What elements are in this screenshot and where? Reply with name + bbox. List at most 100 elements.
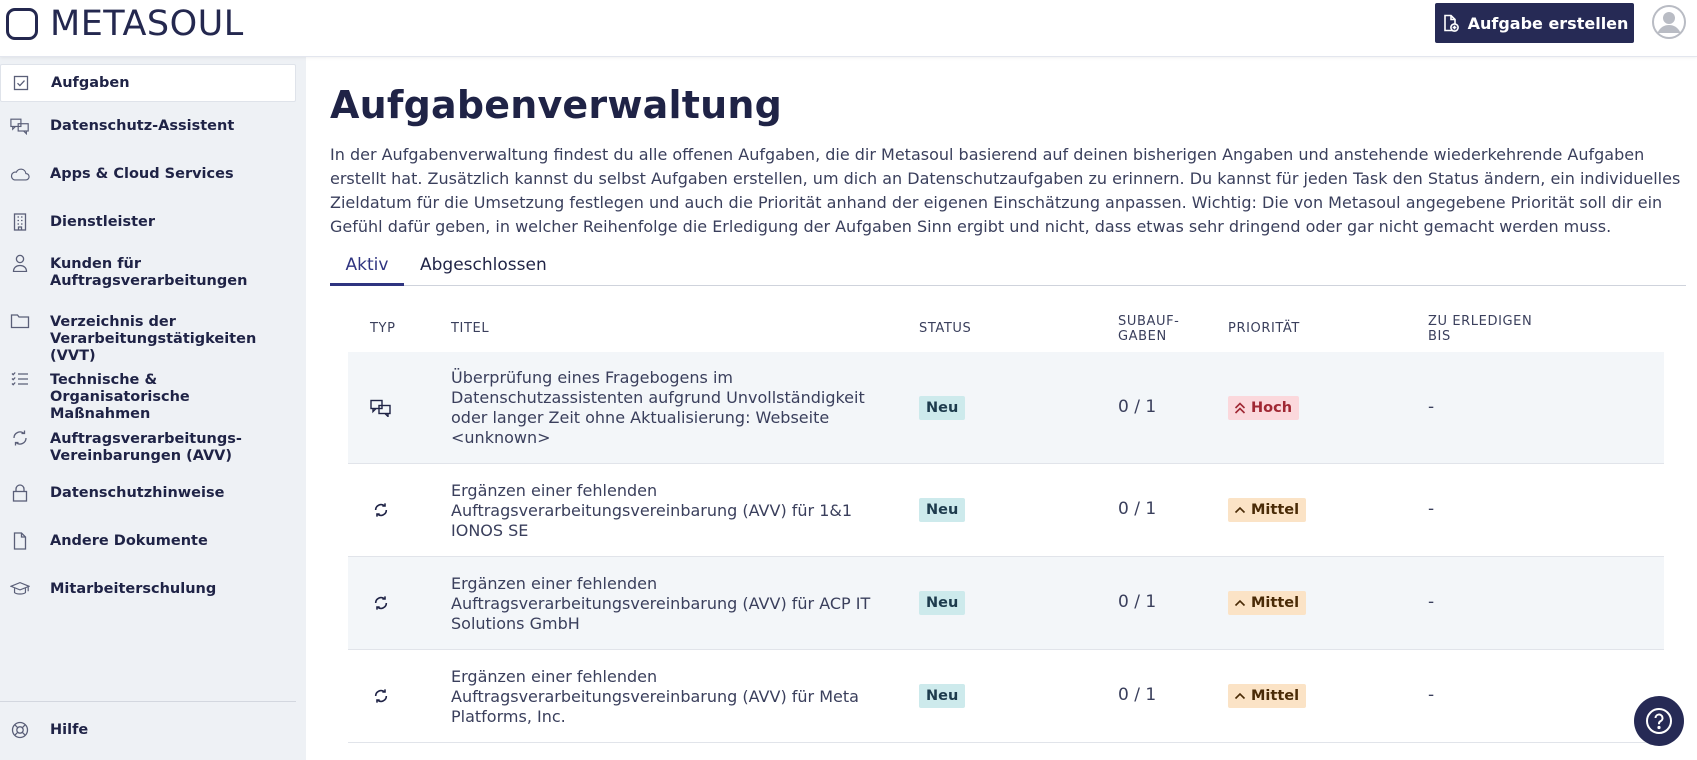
sidebar-item-kunden[interactable]: Kunden für Auftragsverarbeitungen xyxy=(0,253,296,293)
column-header-due[interactable]: ZU ERLEDIGEN BIS xyxy=(1428,314,1532,344)
document-icon xyxy=(10,531,30,551)
task-title[interactable]: Ergänzen einer fehlenden Auftragsverarbe… xyxy=(451,574,871,634)
chevron-up-icon xyxy=(1234,506,1246,514)
subtasks-count: 0 / 1 xyxy=(1118,685,1157,705)
sidebar-item-label: Mitarbeiterschulung xyxy=(50,580,217,597)
priority-label: Mittel xyxy=(1251,688,1300,704)
priority-badge[interactable]: Hoch xyxy=(1228,396,1300,420)
priority-badge[interactable]: Mittel xyxy=(1228,591,1307,615)
sidebar-item-label: Kunden für Auftragsverarbeitungen xyxy=(50,256,248,289)
due-date[interactable]: - xyxy=(1428,397,1434,417)
sync-icon xyxy=(370,592,392,614)
sidebar-item-apps-cloud[interactable]: Apps & Cloud Services xyxy=(0,159,296,189)
top-bar: METASOUL Aufgabe erstellen xyxy=(0,0,1697,57)
user-avatar-icon[interactable] xyxy=(1652,5,1686,39)
subtasks-count: 0 / 1 xyxy=(1118,397,1157,417)
status-badge[interactable]: Neu xyxy=(919,498,966,522)
priority-label: Hoch xyxy=(1251,400,1293,416)
table-row[interactable]: Ergänzen einer fehlenden Auftragsverarbe… xyxy=(348,650,1664,743)
checklist-icon xyxy=(10,369,30,389)
sidebar-item-datenschutz-assistent[interactable]: Datenschutz-Assistent xyxy=(0,111,296,141)
task-table: TYP TITEL STATUS SUBAUF- GABEN PRIORITÄT… xyxy=(348,292,1664,743)
sidebar-item-andere-dokumente[interactable]: Andere Dokumente xyxy=(0,526,296,556)
building-icon xyxy=(10,212,30,232)
sync-icon xyxy=(370,499,392,521)
status-badge[interactable]: Neu xyxy=(919,396,966,420)
sync-icon xyxy=(370,685,392,707)
sidebar-item-label: Datenschutzhinweise xyxy=(50,484,225,501)
column-header-status[interactable]: STATUS xyxy=(919,321,971,336)
chat-bubbles-icon xyxy=(370,397,392,419)
sidebar-item-label: Dienstleister xyxy=(50,213,156,230)
tab-aktiv[interactable]: Aktiv xyxy=(330,248,404,286)
due-date[interactable]: - xyxy=(1428,592,1434,612)
column-header-subtasks[interactable]: SUBAUF- GABEN xyxy=(1118,314,1179,344)
sidebar-item-dienstleister[interactable]: Dienstleister xyxy=(0,207,296,237)
sidebar-item-aufgaben[interactable]: Aufgaben xyxy=(0,64,296,102)
sidebar-item-mitarbeiterschulung[interactable]: Mitarbeiterschulung xyxy=(0,574,296,604)
tab-bar: Aktiv Abgeschlossen xyxy=(330,248,1686,286)
subtasks-count: 0 / 1 xyxy=(1118,592,1157,612)
new-document-icon xyxy=(1443,14,1459,32)
create-task-button[interactable]: Aufgabe erstellen xyxy=(1435,3,1634,43)
column-header-title[interactable]: TITEL xyxy=(451,321,489,336)
column-header-subtasks-line2: GABEN xyxy=(1118,329,1167,344)
chat-bubbles-icon xyxy=(10,116,30,136)
sidebar-item-hilfe[interactable]: Hilfe xyxy=(0,715,296,745)
table-row[interactable]: Überprüfung eines Fragebogens im Datensc… xyxy=(348,352,1664,464)
sidebar-item-label: Technische & Organisatorische Maßnahmen xyxy=(50,372,190,422)
tab-abgeschlossen[interactable]: Abgeschlossen xyxy=(420,248,547,286)
lock-icon xyxy=(10,483,30,503)
main-content: Aufgabenverwaltung In der Aufgabenverwal… xyxy=(306,57,1697,760)
logo-text: METASOUL xyxy=(50,4,244,44)
person-icon xyxy=(10,253,30,273)
chevron-up-icon xyxy=(1234,692,1246,700)
lifebuoy-icon xyxy=(10,720,30,740)
column-header-due-line2: BIS xyxy=(1428,329,1451,344)
status-badge[interactable]: Neu xyxy=(919,591,966,615)
column-header-due-line1: ZU ERLEDIGEN xyxy=(1428,314,1533,329)
sidebar-item-label: Datenschutz-Assistent xyxy=(50,117,235,134)
column-header-subtasks-line1: SUBAUF- xyxy=(1118,314,1180,329)
table-row[interactable]: Ergänzen einer fehlenden Auftragsverarbe… xyxy=(348,557,1664,650)
task-title[interactable]: Überprüfung eines Fragebogens im Datensc… xyxy=(451,368,871,448)
due-date[interactable]: - xyxy=(1428,499,1434,519)
sidebar-item-label: Auftragsverarbeitungs-Vereinbarungen (AV… xyxy=(50,431,242,464)
folder-icon xyxy=(10,311,30,331)
graduation-cap-icon xyxy=(10,579,30,599)
table-header: TYP TITEL STATUS SUBAUF- GABEN PRIORITÄT… xyxy=(348,292,1664,352)
sync-icon xyxy=(10,428,30,448)
status-badge[interactable]: Neu xyxy=(919,684,966,708)
table-row[interactable]: Ergänzen einer fehlenden Auftragsverarbe… xyxy=(348,464,1664,557)
sidebar-item-vvt[interactable]: Verzeichnis der Verarbeitungstätigkeiten… xyxy=(0,311,296,364)
sidebar-item-label: Aufgaben xyxy=(51,74,130,91)
column-header-type[interactable]: TYP xyxy=(370,321,396,336)
column-header-priority[interactable]: PRIORITÄT xyxy=(1228,321,1300,336)
checkbox-icon xyxy=(11,73,31,93)
sidebar-item-tom[interactable]: Technische & Organisatorische Maßnahmen xyxy=(0,369,296,422)
task-title[interactable]: Ergänzen einer fehlenden Auftragsverarbe… xyxy=(451,481,871,541)
task-title[interactable]: Ergänzen einer fehlenden Auftragsverarbe… xyxy=(451,667,871,727)
priority-label: Mittel xyxy=(1251,595,1300,611)
priority-badge[interactable]: Mittel xyxy=(1228,684,1307,708)
logo[interactable]: METASOUL xyxy=(6,6,244,42)
sidebar-item-label: Apps & Cloud Services xyxy=(50,165,234,182)
double-chevron-up-icon xyxy=(1234,402,1246,414)
cloud-icon xyxy=(10,164,30,184)
sidebar-item-label: Hilfe xyxy=(50,721,89,738)
help-button[interactable] xyxy=(1634,696,1684,746)
sidebar-divider xyxy=(0,701,296,702)
chevron-up-icon xyxy=(1234,599,1246,607)
sidebar: Aufgaben Datenschutz-Assistent Apps & Cl… xyxy=(0,57,306,760)
sidebar-item-label: Verzeichnis der Verarbeitungstätigkeiten… xyxy=(50,314,257,364)
subtasks-count: 0 / 1 xyxy=(1118,499,1157,519)
sidebar-item-avv[interactable]: Auftragsverarbeitungs-Vereinbarungen (AV… xyxy=(0,428,296,468)
intro-text: In der Aufgabenverwaltung findest du all… xyxy=(330,145,1681,236)
priority-label: Mittel xyxy=(1251,502,1300,518)
priority-badge[interactable]: Mittel xyxy=(1228,498,1307,522)
sidebar-item-datenschutzhinweise[interactable]: Datenschutzhinweise xyxy=(0,478,296,508)
question-mark-icon xyxy=(1646,708,1672,734)
due-date[interactable]: - xyxy=(1428,685,1434,705)
logo-mark xyxy=(6,8,38,40)
sidebar-item-label: Andere Dokumente xyxy=(50,532,208,549)
